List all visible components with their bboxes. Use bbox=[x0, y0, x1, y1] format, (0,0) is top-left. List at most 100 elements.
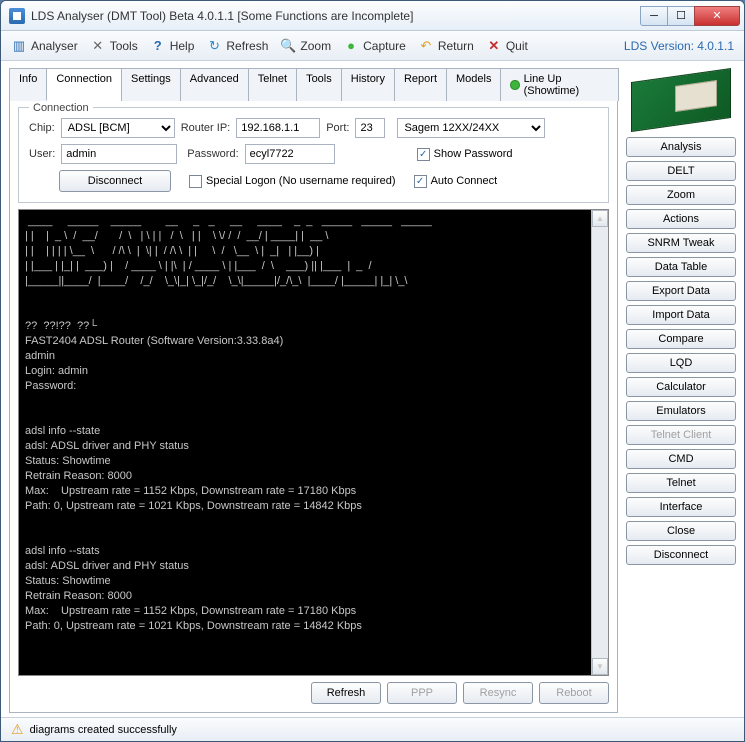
status-text: diagrams created successfully bbox=[30, 724, 177, 736]
side-snrm-button[interactable]: SNRM Tweak bbox=[626, 233, 736, 253]
zoom-icon: 🔍 bbox=[280, 38, 296, 54]
help-label: Help bbox=[170, 39, 195, 53]
ppp-button[interactable]: PPP bbox=[387, 682, 457, 704]
scroll-down-icon[interactable]: ▼ bbox=[592, 658, 608, 675]
tab-telnet[interactable]: Telnet bbox=[248, 68, 297, 101]
board-image bbox=[631, 67, 731, 129]
analyser-label: Analyser bbox=[31, 39, 78, 53]
toolbar: ▥ Analyser ✕ Tools ? Help ↻ Refresh 🔍Zoom ● C… bbox=[1, 31, 744, 61]
side-disconnect-button[interactable]: Disconnect bbox=[626, 545, 736, 565]
return-icon: ↶ bbox=[418, 38, 434, 54]
reboot-button[interactable]: Reboot bbox=[539, 682, 609, 704]
fieldset-legend: Connection bbox=[29, 102, 93, 114]
tab-models[interactable]: Models bbox=[446, 68, 501, 101]
side-close-button[interactable]: Close bbox=[626, 521, 736, 541]
auto-connect-label: Auto Connect bbox=[431, 175, 498, 187]
tab-info[interactable]: Info bbox=[9, 68, 47, 101]
zoom-button[interactable]: 🔍Zoom bbox=[280, 38, 331, 54]
side-compare-button[interactable]: Compare bbox=[626, 329, 736, 349]
side-emulators-button[interactable]: Emulators bbox=[626, 401, 736, 421]
side-actions-button[interactable]: Actions bbox=[626, 209, 736, 229]
tab-settings[interactable]: Settings bbox=[121, 68, 181, 101]
refresh-terminal-button[interactable]: Refresh bbox=[311, 682, 381, 704]
special-logon-label: Special Logon (No username required) bbox=[206, 175, 396, 187]
special-logon-checkbox[interactable]: Special Logon (No username required) bbox=[189, 175, 396, 188]
refresh-button[interactable]: ↻ Refresh bbox=[206, 38, 268, 54]
side-zoom-button[interactable]: Zoom bbox=[626, 185, 736, 205]
terminal-text: ____ _____ _____ __ _ _ __ ____ _ _ ____… bbox=[25, 215, 432, 632]
tab-connection[interactable]: Connection bbox=[46, 68, 122, 101]
port-input[interactable] bbox=[355, 118, 385, 138]
show-password-checkbox[interactable]: ✓ Show Password bbox=[417, 148, 513, 161]
tab-report[interactable]: Report bbox=[394, 68, 447, 101]
user-input[interactable] bbox=[61, 144, 177, 164]
side-export-button[interactable]: Export Data bbox=[626, 281, 736, 301]
side-delt-button[interactable]: DELT bbox=[626, 161, 736, 181]
window-controls: ─ ☐ ✕ bbox=[641, 6, 740, 26]
left-column: Info Connection Settings Advanced Telnet… bbox=[9, 67, 618, 713]
model-select[interactable]: Sagem 12XX/24XX bbox=[397, 118, 545, 138]
help-icon: ? bbox=[150, 38, 166, 54]
return-label: Return bbox=[438, 39, 474, 53]
chip-label: Chip: bbox=[29, 122, 55, 134]
app-window: LDS Analyser (DMT Tool) Beta 4.0.1.1 [So… bbox=[0, 0, 745, 742]
side-datatable-button[interactable]: Data Table bbox=[626, 257, 736, 277]
auto-connect-checkbox[interactable]: ✓ Auto Connect bbox=[414, 175, 498, 188]
tab-lineup-label: Line Up (Showtime) bbox=[524, 73, 609, 97]
status-dot-icon bbox=[510, 80, 519, 90]
quit-label: Quit bbox=[506, 39, 528, 53]
right-sidebar: Analysis DELT Zoom Actions SNRM Tweak Da… bbox=[626, 67, 736, 713]
chart-icon: ▥ bbox=[11, 38, 27, 54]
tab-advanced[interactable]: Advanced bbox=[180, 68, 249, 101]
connection-panel: Connection Chip: ADSL [BCM] Router IP: P… bbox=[9, 101, 618, 713]
tab-lineup[interactable]: Line Up (Showtime) bbox=[500, 68, 619, 101]
checkbox-checked-icon: ✓ bbox=[417, 148, 430, 161]
side-cmd-button[interactable]: CMD bbox=[626, 449, 736, 469]
tools-label: Tools bbox=[110, 39, 138, 53]
tools-button[interactable]: ✕ Tools bbox=[90, 38, 138, 54]
close-button[interactable]: ✕ bbox=[694, 6, 740, 26]
analyser-button[interactable]: ▥ Analyser bbox=[11, 38, 78, 54]
chip-select[interactable]: ADSL [BCM] bbox=[61, 118, 175, 138]
checkbox-unchecked-icon bbox=[189, 175, 202, 188]
scrollbar[interactable]: ▲▼ bbox=[591, 210, 608, 675]
tab-tools[interactable]: Tools bbox=[296, 68, 342, 101]
tab-history[interactable]: History bbox=[341, 68, 395, 101]
refresh-label: Refresh bbox=[226, 39, 268, 53]
resync-button[interactable]: Resync bbox=[463, 682, 533, 704]
capture-label: Capture bbox=[363, 39, 406, 53]
side-telnetclient-button[interactable]: Telnet Client bbox=[626, 425, 736, 445]
side-import-button[interactable]: Import Data bbox=[626, 305, 736, 325]
side-analysis-button[interactable]: Analysis bbox=[626, 137, 736, 157]
capture-icon: ● bbox=[343, 38, 359, 54]
help-button[interactable]: ? Help bbox=[150, 38, 195, 54]
minimize-button[interactable]: ─ bbox=[640, 6, 668, 26]
titlebar: LDS Analyser (DMT Tool) Beta 4.0.1.1 [So… bbox=[1, 1, 744, 31]
wrench-icon: ✕ bbox=[90, 38, 106, 54]
maximize-button[interactable]: ☐ bbox=[667, 6, 695, 26]
router-ip-label: Router IP: bbox=[181, 122, 231, 134]
tab-strip: Info Connection Settings Advanced Telnet… bbox=[9, 67, 618, 101]
side-lqd-button[interactable]: LQD bbox=[626, 353, 736, 373]
side-interface-button[interactable]: Interface bbox=[626, 497, 736, 517]
side-telnet-button[interactable]: Telnet bbox=[626, 473, 736, 493]
bottom-action-row: Refresh PPP Resync Reboot bbox=[18, 682, 609, 704]
disconnect-button[interactable]: Disconnect bbox=[59, 170, 171, 192]
return-button[interactable]: ↶ Return bbox=[418, 38, 474, 54]
checkbox-checked-icon: ✓ bbox=[414, 175, 427, 188]
side-calculator-button[interactable]: Calculator bbox=[626, 377, 736, 397]
refresh-icon: ↻ bbox=[206, 38, 222, 54]
router-ip-input[interactable] bbox=[236, 118, 320, 138]
scroll-up-icon[interactable]: ▲ bbox=[592, 210, 608, 227]
password-label: Password: bbox=[187, 148, 238, 160]
show-password-label: Show Password bbox=[434, 148, 513, 160]
password-input[interactable] bbox=[245, 144, 335, 164]
status-bar: ⚠ diagrams created successfully bbox=[1, 717, 744, 741]
capture-button[interactable]: ● Capture bbox=[343, 38, 406, 54]
warning-icon: ⚠ bbox=[11, 721, 24, 738]
scroll-track[interactable] bbox=[592, 227, 608, 658]
connection-fieldset: Connection Chip: ADSL [BCM] Router IP: P… bbox=[18, 107, 609, 203]
terminal-output[interactable]: ____ _____ _____ __ _ _ __ ____ _ _ ____… bbox=[18, 209, 609, 676]
quit-button[interactable]: ✕Quit bbox=[486, 38, 528, 54]
window-title: LDS Analyser (DMT Tool) Beta 4.0.1.1 [So… bbox=[31, 9, 641, 23]
